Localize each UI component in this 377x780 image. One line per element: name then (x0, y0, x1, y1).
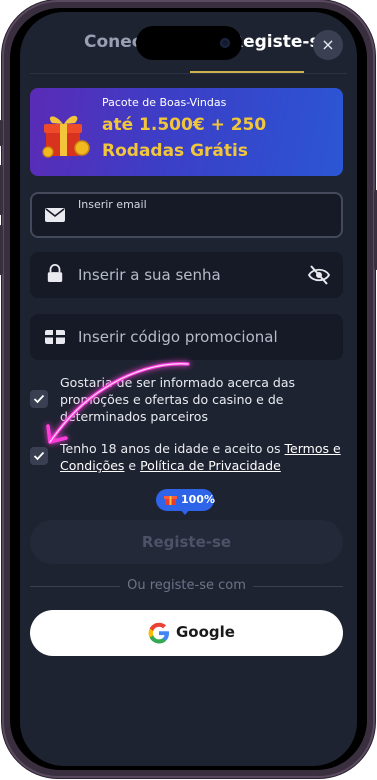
checkmark-icon (33, 451, 45, 461)
registration-screen: Conect Registe-se × Pacote de Boas-Vinda… (20, 12, 357, 766)
banner-subtitle: Pacote de Boas-Vindas (102, 96, 227, 109)
terms-prefix: Tenho 18 anos de idade e aceito os (60, 441, 285, 456)
promo-code-placeholder: Inserir código promocional (78, 328, 278, 346)
camera-icon (220, 38, 230, 48)
progress-label: 100% (181, 493, 215, 506)
tabs-divider (30, 73, 347, 74)
envelope-icon (45, 208, 65, 222)
or-divider: Ou registe-se com (30, 577, 343, 597)
google-logo-icon (148, 622, 169, 644)
promo-code-field[interactable]: Inserir código promocional (30, 314, 343, 360)
close-button[interactable]: × (313, 30, 343, 60)
google-label: Google (176, 623, 235, 641)
email-field-label: Inserir email (78, 198, 147, 211)
or-text: Ou registe-se com (127, 578, 246, 593)
marketing-consent-text: Gostaria de ser informado acerca das pro… (60, 375, 296, 424)
register-submit-button[interactable]: Registe-se (30, 520, 343, 564)
email-field[interactable]: Inserir email (30, 192, 343, 238)
auth-tabs: Conect Registe-se × (20, 12, 357, 74)
password-field[interactable]: Inserir a sua senha (30, 252, 343, 298)
lock-icon (47, 264, 63, 282)
welcome-banner: Pacote de Boas-Vindas até 1.500€ + 250 R… (30, 88, 343, 176)
eye-slash-icon[interactable] (307, 264, 331, 286)
marketing-consent-row: Gostaria de ser informado acerca das pro… (30, 374, 343, 428)
progress-badge-tail (180, 509, 190, 515)
gift-card-icon (45, 330, 65, 344)
privacy-link[interactable]: Política de Privacidade (140, 458, 281, 473)
close-icon: × (321, 35, 335, 54)
gift-icon (164, 496, 177, 505)
banner-title: até 1.500€ + 250 Rodadas Grátis (102, 115, 267, 161)
terms-and: e (124, 458, 141, 473)
progress-badge: 100% (156, 489, 215, 511)
terms-consent-checkbox[interactable] (30, 447, 48, 465)
marketing-consent-checkbox[interactable] (30, 390, 48, 408)
gift-icon (42, 115, 90, 158)
google-signin-button[interactable]: Google (30, 610, 343, 656)
password-field-placeholder: Inserir a sua senha (78, 266, 221, 284)
dynamic-island (136, 26, 242, 60)
checkmark-icon (33, 394, 45, 404)
terms-consent-text: Tenho 18 anos de idade e aceito os Termo… (60, 440, 350, 474)
terms-consent-row: Tenho 18 anos de idade e aceito os Termo… (30, 438, 343, 478)
